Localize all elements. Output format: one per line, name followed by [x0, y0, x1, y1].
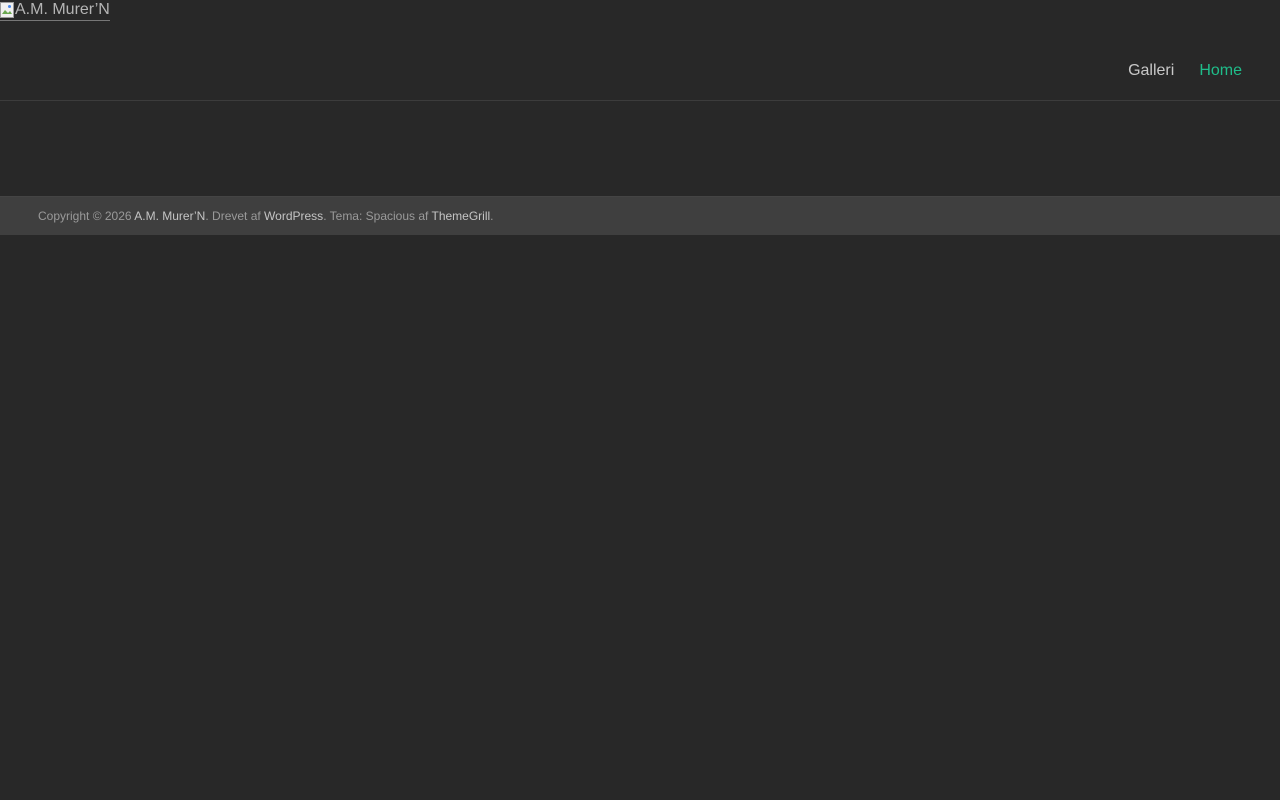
footer-site-link[interactable]: A.M. Murer’N — [134, 209, 205, 223]
theme-text: . Tema: Spacious af — [323, 209, 432, 223]
site-header: A.M. Murer’N Galleri Home — [0, 0, 1280, 101]
footer-end-text: . — [490, 209, 494, 223]
main-navigation: Galleri Home — [1128, 60, 1242, 82]
copyright-text: Copyright © 2026 A.M. Murer’N. Drevet af… — [38, 209, 494, 223]
site-logo-link[interactable]: A.M. Murer’N — [0, 0, 110, 21]
nav-item-galleri[interactable]: Galleri — [1128, 60, 1174, 82]
themegrill-link[interactable]: ThemeGrill — [431, 209, 490, 223]
site-logo-alt-text: A.M. Murer’N — [15, 1, 110, 18]
copyright-prefix: Copyright © 2026 — [38, 209, 135, 223]
wordpress-link[interactable]: WordPress — [264, 209, 323, 223]
site-footer: Copyright © 2026 A.M. Murer’N. Drevet af… — [0, 196, 1280, 235]
nav-item-home[interactable]: Home — [1199, 60, 1242, 82]
powered-by-text: . Drevet af — [205, 209, 265, 223]
main-content — [0, 101, 1280, 196]
broken-image-icon — [0, 2, 14, 18]
